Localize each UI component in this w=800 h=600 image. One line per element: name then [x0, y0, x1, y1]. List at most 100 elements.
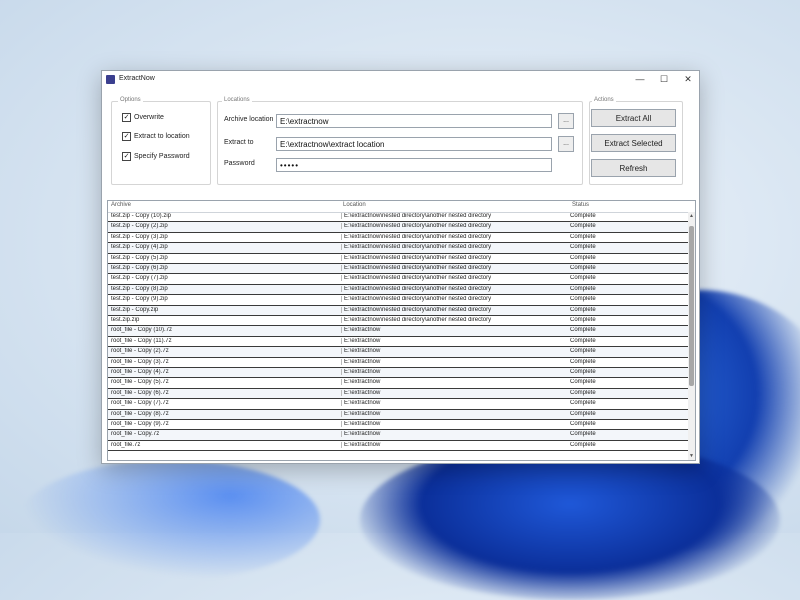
extractnow-window: ExtractNow — ☐ ✕ Options ✓ Overwrite ✓ E… [101, 70, 700, 464]
location-cell: E:\extractnow [341, 441, 569, 448]
status-cell: Complete [570, 265, 596, 271]
table-row[interactable]: root_file - Copy (5).7z E:\extractnow Comp… [108, 378, 688, 389]
status-cell: Complete [570, 410, 596, 417]
archive-cell: root_file - Copy (3).7z [111, 358, 169, 365]
table-row[interactable]: root_file - Copy.7z E:\extractnow Complete [108, 430, 688, 441]
checkbox-check-icon: ✓ [122, 132, 131, 141]
location-cell: E:\extractnow\nested directory\another n… [341, 306, 569, 313]
table-row[interactable]: root_file - Copy (10).7z E:\extractnow Com… [108, 326, 688, 337]
archive-cell: test.zip - Copy (3).zip [111, 233, 168, 240]
location-cell: E:\extractnow\nested directory\another n… [341, 223, 569, 230]
status-cell: Complete [570, 275, 596, 282]
archive-location-browse-button[interactable]: ... [558, 113, 574, 129]
table-row[interactable]: test.zip.zip E:\extractnow\nested directo… [108, 316, 688, 327]
location-cell: E:\extractnow\nested directory\another n… [341, 254, 569, 261]
table-row[interactable]: test.zip - Copy (2).zip E:\extractnow\nes… [108, 222, 688, 233]
table-row[interactable]: test.zip - Copy (7).zip E:\extractnow\nes… [108, 274, 688, 285]
password-input[interactable]: ••••• [276, 158, 552, 172]
location-cell: E:\extractnow\nested directory\another n… [341, 265, 569, 271]
status-cell: Complete [570, 213, 596, 219]
scrollbar-thumb[interactable] [689, 226, 694, 386]
archive-cell: test.zip - Copy (9).zip [111, 296, 168, 303]
table-row[interactable]: test.zip - Copy (10).zip E:\extractnow\ne… [108, 212, 688, 223]
table-row[interactable]: test.zip - Copy (4).zip E:\extractnow\nes… [108, 243, 688, 254]
table-row[interactable]: root_file - Copy (8).7z E:\extractnow Comp… [108, 409, 688, 420]
location-cell: E:\extractnow\nested directory\another n… [341, 213, 569, 219]
archive-cell: test.zip - Copy (10).zip [111, 213, 172, 219]
location-cell: E:\extractnow [341, 369, 569, 375]
checkbox-check-icon: ✓ [122, 152, 131, 161]
close-button[interactable]: ✕ [681, 73, 695, 85]
table-row[interactable]: root_file - Copy (6).7z E:\extractnow Comp… [108, 388, 688, 400]
table-row[interactable]: test.zip - Copy (3).zip E:\extractnow\nes… [108, 233, 688, 244]
archive-list[interactable]: Archive Location Status test.zip - Copy … [107, 200, 696, 461]
extract-to-browse-button[interactable]: ... [558, 136, 574, 152]
location-cell: E:\extractnow\nested directory\another n… [341, 285, 569, 292]
archive-cell: test.zip.zip [111, 317, 140, 323]
table-row[interactable]: test.zip - Copy (5).zip E:\extractnow\nes… [108, 254, 688, 264]
overwrite-checkbox[interactable]: ✓ Overwrite [122, 113, 164, 122]
table-row[interactable]: test.zip - Copy (8).zip E:\extractnow\nes… [108, 284, 688, 296]
status-cell: Complete [570, 389, 596, 396]
column-header-status[interactable]: Status [572, 202, 589, 208]
maximize-button[interactable]: ☐ [657, 73, 671, 85]
table-row[interactable]: root_file - Copy (4).7z E:\extractnow Comp… [108, 368, 688, 379]
specify-password-label: Specify Password [134, 153, 190, 160]
archive-cell: root_file - Copy (8).7z [111, 410, 169, 417]
status-cell: Complete [570, 223, 596, 230]
location-cell: E:\extractnow [341, 379, 569, 386]
extract-to-input[interactable]: E:\extractnow\extract location [276, 137, 552, 151]
specify-password-checkbox[interactable]: ✓ Specify Password [122, 152, 190, 161]
archive-cell: test.zip - Copy (6).zip [111, 265, 168, 271]
archive-cell: test.zip - Copy (5).zip [111, 254, 168, 261]
table-row[interactable]: root_file - Copy (3).7z E:\extractnow Comp… [108, 358, 688, 368]
archive-cell: root_file - Copy (5).7z [111, 379, 169, 386]
extract-selected-button[interactable]: Extract Selected [591, 134, 676, 152]
status-cell: Complete [570, 233, 596, 240]
location-cell: E:\extractnow\nested directory\another n… [341, 317, 569, 323]
archive-cell: root_file - Copy (4).7z [111, 369, 169, 375]
location-cell: E:\extractnow [341, 421, 569, 427]
vertical-scrollbar[interactable]: ▲ ▼ [688, 212, 695, 460]
scroll-down-icon[interactable]: ▼ [688, 452, 695, 460]
table-row[interactable]: root_file - Copy (11).7z E:\extractnow Com… [108, 337, 688, 348]
status-cell: Complete [570, 431, 596, 438]
column-header-location[interactable]: Location [343, 202, 366, 208]
actions-legend: Actions [592, 97, 616, 103]
location-cell: E:\extractnow [341, 358, 569, 365]
table-row[interactable]: root_file - Copy (7).7z E:\extractnow Comp… [108, 399, 688, 410]
options-group: Options ✓ Overwrite ✓ Extract to locatio… [111, 97, 211, 185]
wallpaper-bloom [360, 440, 780, 600]
location-cell: E:\extractnow\nested directory\another n… [341, 244, 569, 251]
window-title: ExtractNow [119, 75, 155, 82]
status-cell: Complete [570, 358, 596, 365]
status-cell: Complete [570, 254, 596, 261]
table-row[interactable]: root_file.7z E:\extractnow Complete [108, 441, 688, 452]
table-row[interactable]: test.zip - Copy.zip E:\extractnow\nested … [108, 305, 688, 316]
options-legend: Options [118, 97, 143, 103]
status-cell: Complete [570, 285, 596, 292]
archive-cell: root_file - Copy (11).7z [111, 337, 172, 344]
scroll-up-icon[interactable]: ▲ [688, 212, 695, 220]
minimize-button[interactable]: — [633, 73, 647, 85]
archive-cell: root_file.7z [111, 441, 141, 448]
table-row[interactable]: root_file - Copy (9).7z E:\extractnow Comp… [108, 420, 688, 431]
archive-cell: root_file - Copy (10).7z [111, 327, 173, 334]
table-row[interactable]: test.zip - Copy (9).zip E:\extractnow\nes… [108, 295, 688, 306]
title-bar[interactable]: ExtractNow — ☐ ✕ [102, 71, 699, 89]
archive-cell: root_file - Copy.7z [111, 431, 160, 438]
extract-all-button[interactable]: Extract All [591, 109, 676, 127]
table-row[interactable]: test.zip - Copy (6).zip E:\extractnow\nes… [108, 264, 688, 275]
table-row[interactable]: root_file - Copy (2).7z E:\extractnow Comp… [108, 347, 688, 358]
refresh-button[interactable]: Refresh [591, 159, 676, 177]
archive-cell: test.zip - Copy (7).zip [111, 275, 168, 282]
location-cell: E:\extractnow [341, 337, 569, 344]
location-cell: E:\extractnow [341, 389, 569, 396]
archive-location-input[interactable]: E:\extractnow [276, 114, 552, 128]
archive-cell: test.zip - Copy (2).zip [111, 223, 168, 230]
archive-cell: test.zip - Copy.zip [111, 306, 159, 313]
extract-to-location-checkbox[interactable]: ✓ Extract to location [122, 132, 190, 141]
archive-cell: root_file - Copy (9).7z [111, 421, 169, 427]
status-cell: Complete [570, 379, 596, 386]
column-header-archive[interactable]: Archive [111, 202, 131, 208]
